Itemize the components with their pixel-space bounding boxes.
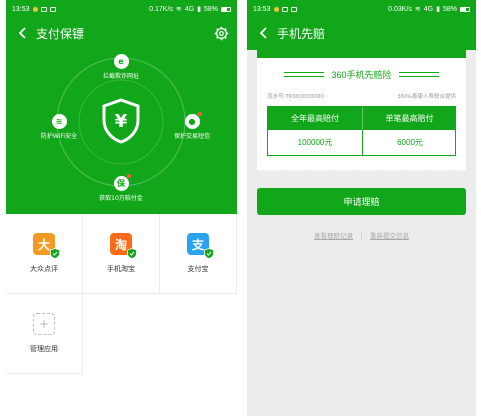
app-cell-taobao[interactable]: 淘 手机淘宝 [83, 214, 160, 294]
top-bar: 支付保镖 [6, 18, 237, 48]
app-label: 手机淘宝 [107, 265, 135, 273]
app-cell-dianping[interactable]: 大 大众点评 [6, 214, 83, 294]
shield-yuan-icon: ¥ [102, 98, 140, 144]
card-scallop-edge [257, 168, 466, 173]
wifi-shield-icon: ≋ [51, 114, 67, 129]
status-bar: 13:53 0.03K/s ≋ 4G ▮ 58% [247, 0, 476, 18]
alipay-icon: 支 [187, 233, 214, 259]
header-annual-max: 全年最高赔付 [268, 107, 362, 130]
notification-icon [273, 6, 279, 12]
status-time: 13:53 [12, 5, 30, 13]
claim-records-link[interactable]: 查看理赔记录 [314, 230, 353, 240]
status-bar: 13:53 0.17K/s ≋ 4G ▮ 58% [6, 0, 237, 18]
page-title: 手机先赔 [277, 26, 326, 41]
apply-claim-button[interactable]: 申请理赔 [257, 188, 466, 215]
gallery-icon [40, 6, 47, 12]
title-decoration [398, 71, 439, 77]
top-bar: 手机先赔 [247, 18, 476, 48]
status-network: 4G [423, 5, 434, 13]
app-label: 大众点评 [30, 265, 58, 273]
feature-block-compensation[interactable]: 保 获取10万赔付金 [89, 174, 153, 202]
app-cell-alipay[interactable]: 支 支付宝 [160, 214, 237, 294]
feature-block-url[interactable]: e 拦截欺诈网址 [89, 54, 153, 80]
link-icon: e [113, 54, 129, 69]
protected-shield-icon [204, 248, 214, 259]
value-annual-max: 100000元 [297, 138, 333, 147]
card-top-strip [257, 50, 466, 58]
card-title-row: 360手机先赔险 [257, 67, 466, 81]
status-battery: 58% [203, 5, 218, 13]
alert-dot [197, 112, 202, 116]
status-network: 4G [184, 5, 195, 13]
manage-apps-cell[interactable]: + 管理应用 [6, 294, 83, 374]
message-icon: ● [184, 112, 202, 129]
protected-apps-grid: 大 大众点评 淘 手机淘宝 支 支付宝 + 管理应用 [6, 214, 237, 374]
serial-number: 流水号:TK000000000 [267, 94, 324, 100]
gear-icon[interactable] [214, 26, 229, 41]
feature-block-wifi[interactable]: ≋ 防护WiFi安全 [36, 114, 82, 140]
dianping-icon: 大 [33, 233, 60, 259]
protected-shield-icon [127, 248, 137, 259]
page-title: 支付保镖 [36, 26, 85, 41]
insurance-card: 360手机先赔险 流水号:TK000000000 360&泰康人寿联合提供 全年… [257, 58, 466, 170]
header-panel: 13:53 0.17K/s ≋ 4G ▮ 58% 支付保镖 ¥ e 拦截欺诈网址… [6, 0, 237, 214]
feature-label-sms: 保护交易短信 [173, 133, 210, 140]
wifi-icon: ≋ [175, 6, 182, 13]
status-time: 13:53 [253, 5, 271, 13]
link-divider [361, 231, 362, 239]
signal-icon: ▮ [197, 6, 201, 13]
coverage-table: 全年最高赔付 单笔最高赔付 100000元 6000元 [267, 106, 456, 156]
header-panel: 13:53 0.03K/s ≋ 4G ▮ 58% 手机先赔 [247, 0, 476, 50]
left-screen: 13:53 0.17K/s ≋ 4G ▮ 58% 支付保镖 ¥ e 拦截欺诈网址… [6, 0, 237, 416]
feature-block-sms[interactable]: ● 保护交易短信 [168, 112, 216, 140]
resubmit-info-link[interactable]: 重新提交信息 [370, 230, 409, 240]
header-single-max: 单笔最高赔付 [362, 107, 456, 130]
insurance-badge-icon: 保 [113, 174, 131, 191]
taobao-icon: 淘 [110, 233, 137, 259]
status-battery: 58% [442, 5, 457, 13]
alert-dot [126, 174, 131, 178]
app-label: 管理应用 [30, 345, 58, 353]
card-title: 360手机先赔险 [331, 69, 392, 80]
back-arrow-icon[interactable] [253, 18, 273, 48]
clipboard-icon [290, 6, 297, 12]
card-meta: 流水号:TK000000000 360&泰康人寿联合提供 [267, 92, 456, 100]
right-screen: 13:53 0.03K/s ≋ 4G ▮ 58% 手机先赔 360手机先赔险 流… [247, 0, 476, 416]
title-decoration [284, 71, 325, 77]
signal-icon: ▮ [436, 6, 440, 13]
feature-label-url: 拦截欺诈网址 [102, 73, 139, 80]
empty-area [6, 374, 237, 416]
add-app-icon: + [33, 313, 55, 335]
feature-label-compensation: 获取10万赔付金 [99, 195, 143, 202]
notification-icon [32, 6, 38, 12]
feature-label-wifi: 防护WiFi安全 [40, 133, 78, 140]
status-speed: 0.17K/s [149, 5, 173, 13]
back-arrow-icon[interactable] [12, 18, 32, 48]
battery-icon [221, 6, 231, 12]
gallery-icon [281, 6, 288, 12]
footer-links: 查看理赔记录 重新提交信息 [247, 230, 476, 240]
app-label: 支付宝 [187, 265, 209, 273]
battery-icon [460, 6, 470, 12]
clipboard-icon [49, 6, 56, 12]
yuan-symbol: ¥ [115, 111, 128, 132]
status-speed: 0.03K/s [388, 5, 412, 13]
wifi-icon: ≋ [414, 6, 421, 13]
protected-shield-icon [50, 248, 60, 259]
provider-text: 360&泰康人寿联合提供 [397, 94, 456, 100]
protection-radar: ¥ e 拦截欺诈网址 ≋ 防护WiFi安全 ● 保护交易短信 保 获取10万赔付… [6, 48, 237, 214]
value-single-max: 6000元 [397, 138, 423, 147]
